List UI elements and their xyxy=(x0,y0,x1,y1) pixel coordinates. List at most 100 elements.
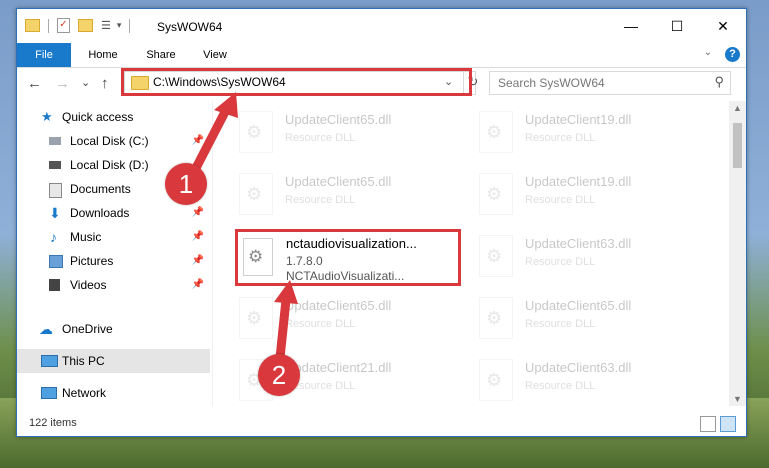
expand-ribbon-icon[interactable]: ⌄ xyxy=(704,47,712,58)
list-item[interactable]: UpdateClient65.dll Resource DLL xyxy=(217,103,427,159)
details-view-icon[interactable] xyxy=(700,416,716,432)
file-name: UpdateClient63.dll xyxy=(525,360,632,375)
download-icon: ⬇ xyxy=(49,205,61,221)
file-type: Resource DLL xyxy=(285,318,356,330)
forward-button[interactable]: → xyxy=(55,75,70,92)
dll-file-icon xyxy=(239,173,273,215)
search-icon[interactable]: ⚲ xyxy=(714,74,724,90)
highlighted-dll-file[interactable]: nctaudiovisualization... 1.7.8.0 NCTAudi… xyxy=(235,229,461,286)
navigation-bar: ← → ⌄ ↑ C:\Windows\SysWOW64 ⌄ ↻ Search S… xyxy=(17,67,746,101)
up-button[interactable]: ↑ xyxy=(101,75,109,92)
music-icon: ♪ xyxy=(50,229,57,245)
search-box[interactable]: Search SysWOW64 ⚲ xyxy=(489,71,731,95)
sidebar-item-label: This PC xyxy=(62,354,105,368)
search-input[interactable]: Search SysWOW64 xyxy=(498,76,605,90)
file-name: UpdateClient65.dll xyxy=(285,298,392,313)
file-type: Resource DLL xyxy=(285,132,356,144)
list-item[interactable]: UpdateClient65.dll Resource DLL xyxy=(217,165,427,221)
separator xyxy=(48,18,49,33)
file-description: NCTAudioVisualizati... xyxy=(286,269,405,283)
sidebar-item-local-disk-c[interactable]: Local Disk (C:) 📌 xyxy=(17,129,210,153)
recent-locations-button[interactable]: ⌄ xyxy=(81,76,90,89)
tab-share[interactable]: Share xyxy=(137,43,185,67)
list-item[interactable]: UpdateClient63.dll Resource DLL xyxy=(457,227,667,283)
address-highlight-box xyxy=(121,68,472,96)
sidebar-item-label: Videos xyxy=(70,278,107,292)
vertical-scrollbar[interactable]: ▲ ▼ xyxy=(729,101,746,406)
sidebar-item-label: Pictures xyxy=(70,254,114,268)
list-item[interactable]: UpdateClient19.dll Resource DLL xyxy=(457,165,667,221)
dll-file-icon xyxy=(479,235,513,277)
list-item[interactable]: UpdateClient65.dll Resource DLL xyxy=(217,289,427,345)
sidebar-item-label: Music xyxy=(70,230,102,244)
sidebar-item-videos[interactable]: Videos 📌 xyxy=(17,273,210,297)
chevron-down-icon[interactable]: ▾ xyxy=(117,20,122,31)
videos-icon xyxy=(49,279,60,291)
file-name: UpdateClient65.dll xyxy=(525,298,632,313)
properties-icon[interactable]: ✓ xyxy=(57,18,70,33)
sidebar-item-quick-access[interactable]: ★ Quick access xyxy=(17,105,210,129)
customize-icon[interactable]: ☰ xyxy=(101,19,111,32)
file-type: Resource DLL xyxy=(525,318,596,330)
drive-icon xyxy=(49,161,61,169)
file-name: UpdateClient19.dll xyxy=(525,174,632,189)
ribbon-tabs: File Home Share View ⌄ ? xyxy=(17,43,746,68)
pin-icon: 📌 xyxy=(191,207,204,218)
dll-file-icon xyxy=(239,111,273,153)
status-bar: 122 items xyxy=(17,412,746,436)
sidebar-item-label: OneDrive xyxy=(62,322,113,336)
maximize-button[interactable]: ☐ xyxy=(654,9,700,43)
file-name: UpdateClient65.dll xyxy=(285,112,392,127)
sidebar-item-network[interactable]: Network xyxy=(17,381,210,405)
quick-access-toolbar: ✓ ☰ ▾ xyxy=(25,18,131,33)
network-icon xyxy=(41,387,57,399)
tab-home[interactable]: Home xyxy=(79,43,127,67)
scroll-up-icon[interactable]: ▲ xyxy=(733,103,742,113)
sidebar-item-label: Local Disk (C:) xyxy=(70,134,149,148)
minimize-button[interactable]: — xyxy=(608,9,654,43)
file-type: Resource DLL xyxy=(285,194,356,206)
file-version: 1.7.8.0 xyxy=(286,254,323,268)
list-item[interactable]: UpdateClient65.dll Resource DLL xyxy=(457,289,667,345)
item-count: 122 items xyxy=(29,417,77,429)
pin-icon: 📌 xyxy=(191,279,204,290)
callout-badge-1: 1 xyxy=(165,163,207,205)
scroll-thumb[interactable] xyxy=(733,123,742,168)
file-name: UpdateClient19.dll xyxy=(525,112,632,127)
title-bar: ✓ ☰ ▾ SysWOW64 — ☐ ✕ xyxy=(17,9,746,43)
navigation-pane: ★ Quick access Local Disk (C:) 📌 Local D… xyxy=(17,105,210,405)
sidebar-item-label: Quick access xyxy=(62,110,134,124)
pane-divider xyxy=(212,101,213,406)
computer-icon xyxy=(41,355,58,367)
callout-badge-2: 2 xyxy=(258,354,300,396)
tab-file[interactable]: File xyxy=(17,43,71,67)
dll-file-icon xyxy=(479,359,513,401)
drive-icon xyxy=(49,137,61,145)
list-item[interactable]: UpdateClient63.dll Resource DLL xyxy=(457,351,667,406)
list-item[interactable]: UpdateClient19.dll Resource DLL xyxy=(457,103,667,159)
help-icon[interactable]: ? xyxy=(725,47,740,62)
large-icons-view-icon[interactable] xyxy=(720,416,736,432)
sidebar-item-onedrive[interactable]: ☁ OneDrive xyxy=(17,317,210,341)
star-icon: ★ xyxy=(41,109,53,124)
sidebar-item-label: Local Disk (D:) xyxy=(70,158,149,172)
pin-icon: 📌 xyxy=(191,135,204,146)
dll-file-icon xyxy=(479,297,513,339)
sidebar-item-pictures[interactable]: Pictures 📌 xyxy=(17,249,210,273)
pictures-icon xyxy=(49,255,63,268)
close-button[interactable]: ✕ xyxy=(700,9,746,43)
sidebar-item-music[interactable]: ♪ Music 📌 xyxy=(17,225,210,249)
sidebar-item-this-pc[interactable]: This PC xyxy=(17,349,210,373)
new-folder-icon[interactable] xyxy=(78,19,93,32)
back-button[interactable]: ← xyxy=(27,75,42,92)
file-type: Resource DLL xyxy=(525,194,596,206)
sidebar-item-label: Downloads xyxy=(70,206,130,220)
dll-file-icon xyxy=(479,111,513,153)
scroll-down-icon[interactable]: ▼ xyxy=(733,394,742,404)
folder-icon[interactable] xyxy=(25,19,40,32)
documents-icon xyxy=(49,183,62,198)
list-item[interactable]: UpdateClient21.dll Resource DLL xyxy=(217,351,427,406)
separator xyxy=(129,18,131,33)
file-name: nctaudiovisualization... xyxy=(286,236,417,251)
tab-view[interactable]: View xyxy=(193,43,237,67)
